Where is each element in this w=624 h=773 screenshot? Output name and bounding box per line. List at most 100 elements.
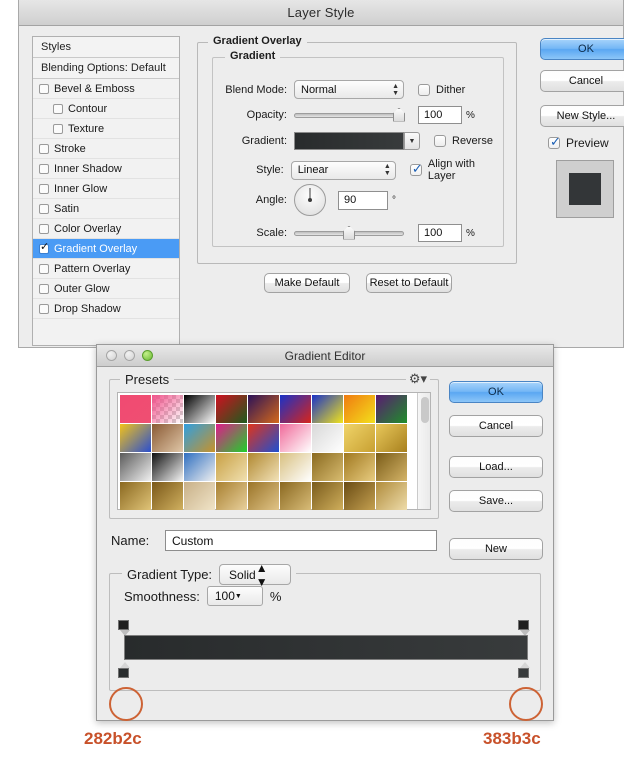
dither-checkbox-row[interactable]: Dither (418, 83, 465, 96)
reverse-checkbox-row[interactable]: Reverse (434, 135, 493, 147)
reset-to-default-button[interactable]: Reset to Default (366, 273, 452, 293)
ok-button[interactable]: OK (540, 38, 624, 60)
blending-options-row[interactable]: Blending Options: Default (33, 58, 179, 79)
presets-scrollbar[interactable] (417, 393, 430, 509)
checkbox-icon[interactable] (39, 83, 49, 94)
checkbox-checked-icon[interactable] (409, 161, 423, 177)
preset-swatch[interactable] (248, 395, 279, 423)
preset-swatch[interactable] (152, 424, 183, 452)
color-stop-right[interactable] (518, 662, 531, 679)
sidebar-item-color-overlay[interactable]: Color Overlay (33, 219, 179, 239)
preset-swatch[interactable] (248, 453, 279, 481)
checkbox-checked-icon[interactable] (548, 134, 561, 150)
preset-swatch[interactable] (280, 395, 311, 423)
make-default-button[interactable]: Make Default (264, 273, 350, 293)
preset-swatch[interactable] (184, 482, 215, 510)
window-traffic-lights[interactable] (106, 350, 153, 361)
chevron-down-icon[interactable]: ▼ (404, 132, 420, 150)
sidebar-item-outer-glow[interactable]: Outer Glow (33, 279, 179, 299)
ge-cancel-button[interactable]: Cancel (449, 415, 543, 437)
sidebar-item-bevel-emboss[interactable]: Bevel & Emboss (33, 79, 179, 99)
opacity-slider[interactable] (294, 107, 405, 122)
preset-swatch[interactable] (344, 424, 375, 452)
color-stop-left[interactable] (118, 662, 131, 679)
preset-swatch[interactable] (312, 453, 343, 481)
scale-input[interactable]: 100 (418, 224, 462, 242)
preset-swatch[interactable] (216, 395, 247, 423)
cancel-button[interactable]: Cancel (540, 70, 624, 92)
checkbox-icon[interactable] (53, 123, 63, 134)
preset-swatch[interactable] (376, 424, 407, 452)
gradient-type-select[interactable]: Solid ▲ ▼ (219, 561, 291, 589)
sidebar-item-inner-shadow[interactable]: Inner Shadow (33, 159, 179, 179)
minimize-icon[interactable] (124, 350, 135, 361)
styles-list[interactable]: Styles Blending Options: Default Bevel &… (32, 36, 180, 346)
preset-swatch[interactable] (248, 424, 279, 452)
checkbox-icon[interactable] (39, 163, 49, 174)
gear-icon[interactable]: ⚙▾ (405, 371, 430, 387)
preset-swatch[interactable] (344, 453, 375, 481)
preset-swatch[interactable] (312, 482, 343, 510)
angle-input[interactable]: 90 (338, 190, 388, 210)
ge-load-button[interactable]: Load... (449, 456, 543, 478)
sidebar-item-drop-shadow[interactable]: Drop Shadow (33, 299, 179, 319)
preset-swatch[interactable] (184, 453, 215, 481)
preset-swatch[interactable] (216, 482, 247, 510)
sidebar-item-texture[interactable]: Texture (33, 119, 179, 139)
preset-swatch[interactable] (216, 453, 247, 481)
preset-swatch[interactable] (344, 482, 375, 510)
style-select[interactable]: Linear ▲ ▼ (290, 160, 396, 180)
checkbox-checked-icon[interactable] (39, 241, 49, 254)
ge-save-button[interactable]: Save... (449, 490, 543, 512)
checkbox-icon[interactable] (39, 303, 49, 314)
checkbox-icon[interactable] (39, 263, 49, 274)
checkbox-icon[interactable] (39, 223, 49, 234)
preset-swatch[interactable] (376, 453, 407, 481)
sidebar-item-gradient-overlay[interactable]: Gradient Overlay (33, 239, 179, 259)
presets-grid[interactable] (118, 393, 409, 510)
preset-swatch[interactable] (376, 395, 407, 423)
new-style-button[interactable]: New Style... (540, 105, 624, 127)
align-with-layer-row[interactable]: Align with Layer (409, 158, 501, 182)
scale-slider[interactable] (294, 225, 404, 240)
preset-swatch[interactable] (280, 482, 311, 510)
checkbox-icon[interactable] (434, 135, 446, 147)
angle-dial[interactable] (294, 184, 326, 216)
checkbox-icon[interactable] (418, 83, 430, 96)
sidebar-item-satin[interactable]: Satin (33, 199, 179, 219)
presets-scrollbar-thumb[interactable] (421, 397, 429, 423)
sidebar-item-stroke[interactable]: Stroke (33, 139, 179, 159)
ge-new-button[interactable]: New (449, 538, 543, 560)
preset-swatch[interactable] (184, 395, 215, 423)
scale-slider-thumb[interactable] (343, 225, 355, 240)
gradient-preview-swatch[interactable]: ▼ (294, 132, 420, 150)
checkbox-icon[interactable] (39, 203, 49, 214)
preset-swatch[interactable] (152, 482, 183, 510)
close-icon[interactable] (106, 350, 117, 361)
preset-swatch[interactable] (248, 482, 279, 510)
preset-swatch[interactable] (312, 424, 343, 452)
checkbox-icon[interactable] (39, 183, 49, 194)
opacity-slider-thumb[interactable] (393, 107, 405, 122)
preview-checkbox-row[interactable]: Preview (548, 134, 624, 150)
sidebar-item-pattern-overlay[interactable]: Pattern Overlay (33, 259, 179, 279)
preset-swatch[interactable] (216, 424, 247, 452)
preset-swatch[interactable] (312, 395, 343, 423)
checkbox-icon[interactable] (39, 283, 49, 294)
preset-swatch[interactable] (120, 482, 151, 510)
preset-swatch[interactable] (376, 482, 407, 510)
checkbox-icon[interactable] (39, 143, 49, 154)
blend-mode-select[interactable]: Normal ▲ ▼ (294, 80, 404, 99)
preset-swatch[interactable] (152, 395, 183, 423)
opacity-input[interactable]: 100 (418, 106, 462, 124)
sidebar-item-contour[interactable]: Contour (33, 99, 179, 119)
smoothness-select[interactable]: 100 ▼ (206, 586, 263, 606)
preset-swatch[interactable] (280, 424, 311, 452)
preset-swatch[interactable] (184, 424, 215, 452)
opacity-stop-right[interactable] (518, 620, 531, 636)
preset-swatch[interactable] (344, 395, 375, 423)
preset-swatch[interactable] (120, 453, 151, 481)
preset-swatch[interactable] (120, 424, 151, 452)
presets-grid-wrapper[interactable] (117, 392, 431, 510)
opacity-stop-left[interactable] (118, 620, 131, 636)
